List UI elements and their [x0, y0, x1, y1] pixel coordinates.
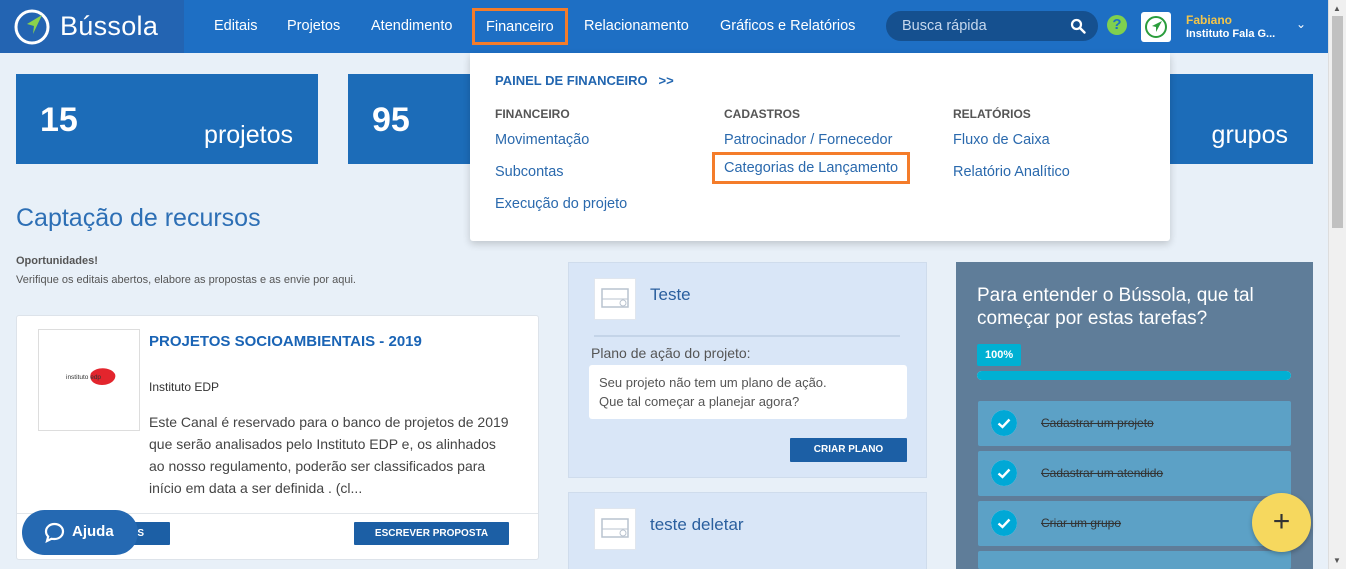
user-org[interactable]: Instituto Fala G...	[1186, 28, 1275, 40]
progress-bar	[977, 371, 1291, 380]
scroll-thumb[interactable]	[1332, 16, 1343, 228]
plan-message: Seu projeto não tem um plano de ação. Qu…	[589, 365, 907, 419]
help-label: Ajuda	[72, 523, 114, 540]
project-thumbnail	[594, 278, 636, 320]
project-name[interactable]: Teste	[650, 285, 691, 305]
dropdown-column-title: CADASTROS	[724, 107, 801, 121]
plan-label: Plano de ação do projeto:	[591, 345, 751, 361]
nav-relacionamento[interactable]: Relacionamento	[584, 0, 689, 53]
panel-financeiro-link[interactable]: PAINEL DE FINANCEIRO >>	[495, 73, 674, 88]
opportunity-institution: Instituto EDP	[149, 380, 220, 394]
stat-number: 15	[40, 101, 78, 139]
stat-label: grupos	[1211, 121, 1288, 149]
nav-graficos-relatorios[interactable]: Gráficos e Relatórios	[720, 0, 855, 53]
check-icon	[991, 410, 1017, 436]
scroll-up-icon[interactable]: ▲	[1333, 4, 1341, 13]
help-icon[interactable]: ?	[1107, 15, 1127, 35]
stat-number: 95	[372, 101, 410, 139]
menu-item-movimentacao[interactable]: Movimentação	[495, 132, 589, 148]
task-item[interactable]: Cadastrar um atendido	[978, 451, 1291, 496]
nav-editais[interactable]: Editais	[214, 0, 258, 53]
user-name[interactable]: Fabiano	[1186, 13, 1232, 27]
help-button[interactable]: Ajuda	[22, 510, 138, 555]
top-navbar: Bússola Editais Projetos Atendimento Fin…	[0, 0, 1328, 53]
check-icon	[991, 460, 1017, 486]
search-icon[interactable]	[1070, 18, 1086, 34]
chat-bubble-icon	[44, 522, 65, 543]
task-item[interactable]: Criar um grupo	[978, 501, 1291, 546]
nav-projetos[interactable]: Projetos	[287, 0, 340, 53]
org-logo-icon	[1145, 16, 1167, 38]
project-card: Teste Plano de ação do projeto: Seu proj…	[568, 262, 927, 478]
plan-message-line: Que tal começar a planejar agora?	[599, 394, 800, 409]
project-thumbnail	[594, 508, 636, 550]
avatar[interactable]	[1141, 12, 1171, 42]
brand-name: Bússola	[60, 11, 159, 41]
section-description: Verifique os editais abertos, elabore as…	[16, 274, 356, 286]
tasks-title: Para entender o Bússola, que tal começar…	[977, 285, 1254, 329]
progress-fill	[977, 371, 1291, 380]
dropdown-column-title: RELATÓRIOS	[953, 107, 1031, 121]
stat-label: projetos	[204, 121, 293, 149]
divider	[594, 335, 900, 337]
task-item[interactable]: Cadastrar um projeto	[978, 401, 1291, 446]
chevron-down-icon[interactable]: ⌄	[1296, 17, 1306, 31]
task-label: Cadastrar um projeto	[1041, 416, 1154, 430]
section-title: Captação de recursos	[16, 204, 261, 232]
project-card: teste deletar	[568, 492, 927, 569]
task-item[interactable]	[978, 551, 1291, 569]
menu-item-execucao-projeto[interactable]: Execução do projeto	[495, 196, 627, 212]
add-fab-button[interactable]: +	[1252, 493, 1311, 552]
menu-item-subcontas[interactable]: Subcontas	[495, 164, 564, 180]
opportunity-description: Este Canal é reservado para o banco de p…	[149, 414, 509, 496]
brand-logo[interactable]: Bússola	[0, 0, 184, 53]
write-proposal-button[interactable]: ESCREVER PROPOSTA	[354, 522, 509, 545]
menu-item-relatorio-analitico[interactable]: Relatório Analítico	[953, 164, 1070, 180]
scroll-down-icon[interactable]: ▼	[1333, 556, 1341, 565]
create-plan-button[interactable]: CRIAR PLANO	[790, 438, 907, 462]
page-scrollbar[interactable]: ▲ ▼	[1328, 0, 1346, 569]
task-label: Criar um grupo	[1041, 516, 1122, 530]
progress-badge: 100%	[977, 344, 1022, 366]
quick-search	[886, 11, 1098, 41]
search-input[interactable]	[902, 17, 1062, 35]
menu-item-categorias-lancamento[interactable]: Categorias de Lançamento	[712, 152, 911, 184]
nav-atendimento[interactable]: Atendimento	[371, 0, 452, 53]
project-name[interactable]: teste deletar	[650, 515, 744, 535]
compass-icon	[14, 9, 50, 44]
task-label: Cadastrar um atendido	[1041, 466, 1164, 480]
stat-card-projetos[interactable]: 15 projetos	[16, 74, 318, 164]
section-subtitle: Oportunidades!	[16, 255, 98, 267]
dropdown-column-title: FINANCEIRO	[495, 107, 570, 121]
plan-message-line: Seu projeto não tem um plano de ação.	[599, 375, 827, 390]
opportunity-title[interactable]: PROJETOS SOCIOAMBIENTAIS - 2019	[149, 333, 449, 351]
nav-financeiro[interactable]: Financeiro	[472, 8, 568, 45]
financeiro-dropdown-menu: PAINEL DE FINANCEIRO >> FINANCEIRO Movim…	[470, 53, 1170, 241]
check-icon	[991, 510, 1017, 536]
menu-item-fluxo-caixa[interactable]: Fluxo de Caixa	[953, 132, 1050, 148]
edp-logo: instituto edp	[38, 329, 140, 431]
edp-logo-text: instituto edp	[66, 374, 101, 381]
menu-item-patrocinador-fornecedor[interactable]: Patrocinador / Fornecedor	[724, 132, 892, 148]
